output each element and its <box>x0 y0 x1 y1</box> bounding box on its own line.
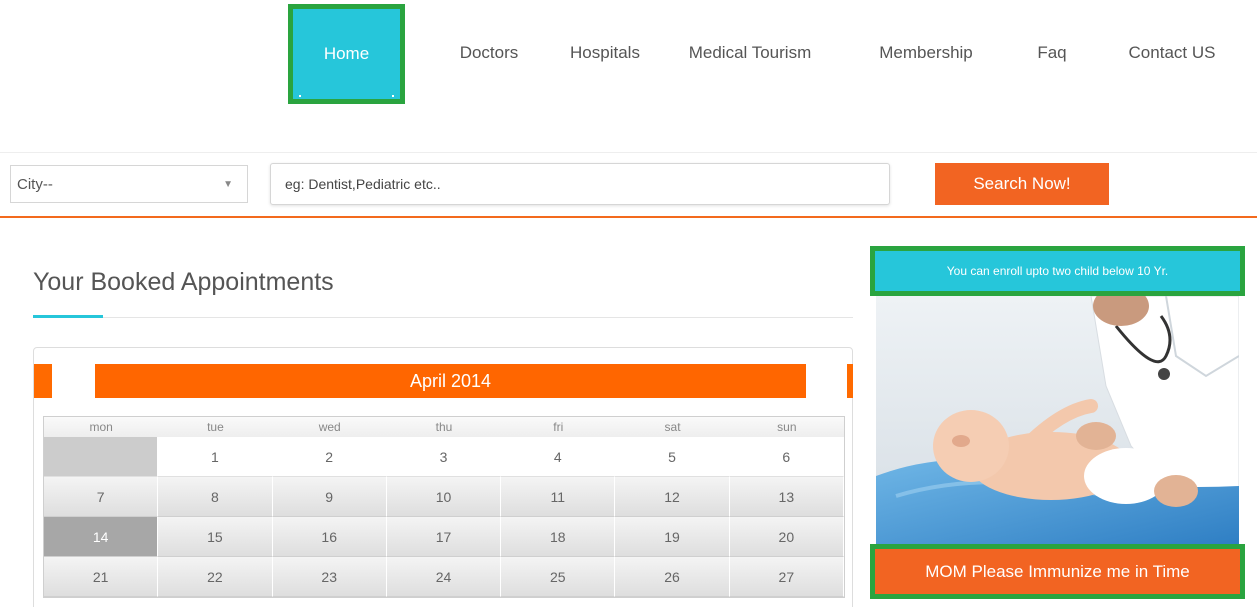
calendar-day[interactable]: 3 <box>386 437 502 477</box>
nav-membership[interactable]: Membership <box>856 0 996 106</box>
calendar-day[interactable]: 16 <box>272 517 387 557</box>
calendar-grid: mon tue wed thu fri sat sun 1 2 3 4 5 6 … <box>43 416 845 598</box>
nav-hospitals-label: Hospitals <box>570 43 640 62</box>
chevron-down-icon: ▼ <box>223 179 233 190</box>
nav-medical-tourism[interactable]: Medical Tourism <box>670 0 830 106</box>
nav-contact-us[interactable]: Contact US <box>1108 0 1236 106</box>
weekday-label: tue <box>158 417 273 437</box>
calendar-day[interactable]: 25 <box>501 557 616 597</box>
weekday-label: thu <box>386 417 502 437</box>
weekday-header-row: mon tue wed thu fri sat sun <box>44 417 844 437</box>
calendar-header: April 2014 <box>34 364 853 398</box>
calendar-week-row: 21 22 23 24 25 26 27 <box>44 557 844 597</box>
search-input[interactable] <box>270 163 890 205</box>
search-bar: City-- ▼ Search Now! <box>0 152 1257 218</box>
calendar-day[interactable]: 9 <box>272 477 387 517</box>
calendar-day[interactable]: 18 <box>501 517 616 557</box>
nav-home-underline <box>299 95 394 97</box>
next-month-button[interactable] <box>806 364 846 398</box>
nav-faq[interactable]: Faq <box>1012 0 1092 106</box>
title-accent-bar <box>33 315 103 318</box>
nav-membership-label: Membership <box>879 43 973 62</box>
calendar-day[interactable]: 26 <box>615 557 730 597</box>
calendar-day[interactable]: 13 <box>729 477 844 517</box>
calendar-day[interactable]: 10 <box>386 477 502 517</box>
weekday-label: fri <box>501 417 616 437</box>
calendar-day[interactable]: 7 <box>44 477 159 517</box>
calendar-month-title: April 2014 <box>95 364 806 398</box>
calendar-day[interactable]: 17 <box>386 517 502 557</box>
calendar-header-edge-right <box>847 364 853 398</box>
calendar-week-row: 14 15 16 17 18 19 20 <box>44 517 844 557</box>
calendar-day[interactable]: 15 <box>158 517 273 557</box>
calendar-day[interactable]: 23 <box>272 557 387 597</box>
calendar-week-row: 1 2 3 4 5 6 <box>44 437 844 477</box>
nav-faq-label: Faq <box>1037 43 1067 62</box>
prev-month-button[interactable] <box>52 364 92 398</box>
calendar-day[interactable]: 1 <box>158 437 273 477</box>
calendar-day-empty <box>44 437 159 477</box>
enroll-info-banner: You can enroll upto two child below 10 Y… <box>870 246 1245 296</box>
city-select-value: City-- <box>17 175 53 193</box>
weekday-label: sun <box>729 417 844 437</box>
appointments-calendar: April 2014 mon tue wed thu fri sat sun 1… <box>33 347 853 607</box>
calendar-day[interactable]: 5 <box>615 437 730 477</box>
weekday-label: mon <box>44 417 159 437</box>
weekday-label: sat <box>615 417 730 437</box>
main-nav: Home Doctors Hospitals Medical Tourism M… <box>0 0 1257 110</box>
calendar-day[interactable]: 22 <box>158 557 273 597</box>
nav-medical-tourism-label: Medical Tourism <box>688 43 812 62</box>
calendar-day[interactable]: 21 <box>44 557 159 597</box>
doctor-with-baby-image <box>876 296 1239 544</box>
calendar-day[interactable]: 2 <box>272 437 387 477</box>
calendar-week-row: 7 8 9 10 11 12 13 <box>44 477 844 517</box>
calendar-header-edge-left <box>34 364 52 398</box>
calendar-day-highlighted[interactable]: 14 <box>44 517 159 557</box>
nav-contact-us-label: Contact US <box>1128 43 1216 62</box>
nav-home-label: Home <box>323 44 370 63</box>
calendar-day[interactable]: 6 <box>729 437 844 477</box>
weekday-label: wed <box>272 417 387 437</box>
calendar-day[interactable]: 8 <box>158 477 273 517</box>
calendar-day[interactable]: 20 <box>729 517 844 557</box>
nav-home[interactable]: Home <box>288 4 405 104</box>
calendar-day[interactable]: 4 <box>501 437 616 477</box>
nav-doctors-label: Doctors <box>459 43 519 62</box>
title-divider <box>33 317 853 318</box>
calendar-day[interactable]: 19 <box>615 517 730 557</box>
immunize-reminder-button[interactable]: MOM Please Immunize me in Time <box>870 544 1245 599</box>
calendar-day[interactable]: 12 <box>615 477 730 517</box>
city-select[interactable]: City-- ▼ <box>10 165 248 203</box>
nav-hospitals[interactable]: Hospitals <box>534 0 676 106</box>
page-title: Your Booked Appointments <box>33 268 334 296</box>
calendar-day[interactable]: 24 <box>386 557 502 597</box>
search-now-button[interactable]: Search Now! <box>935 163 1109 205</box>
calendar-day[interactable]: 11 <box>501 477 616 517</box>
calendar-day[interactable]: 27 <box>729 557 844 597</box>
